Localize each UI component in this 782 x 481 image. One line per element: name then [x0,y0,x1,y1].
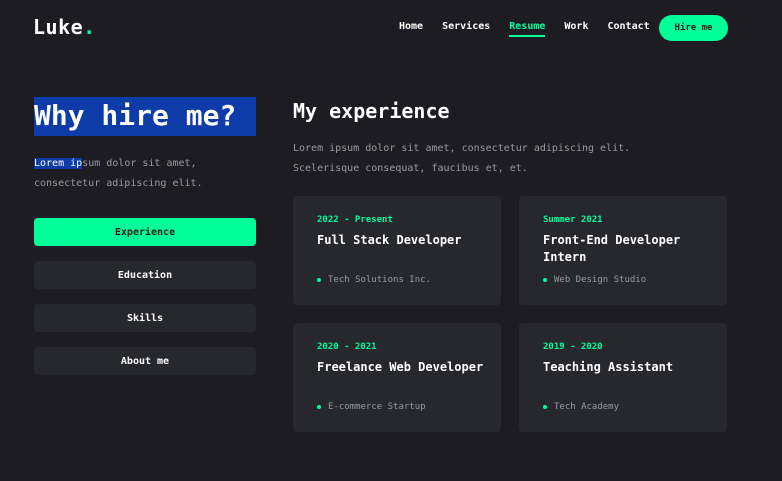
nav-work[interactable]: Work [564,21,588,32]
logo-dot: . [83,15,96,39]
experience-card: 2020 - 2021 Freelance Web Developer E-co… [293,323,501,432]
site-header: Luke. Home Services Resume Work Contact … [0,0,782,60]
resume-tabs: Experience Education Skills About me [34,218,256,375]
card-date: 2020 - 2021 [317,342,377,352]
card-org: E-commerce Startup [317,402,426,412]
logo-text: Luke [33,15,84,39]
selected-text: Lorem ip [34,158,83,169]
card-role: Full Stack Developer [317,233,462,247]
card-date: 2019 - 2020 [543,342,603,352]
bullet-icon [543,405,547,409]
why-hire-title: Why hire me? [34,97,256,136]
card-org-label: Web Design Studio [554,275,647,285]
card-date: Summer 2021 [543,215,603,225]
tab-skills[interactable]: Skills [34,304,256,332]
hire-me-button[interactable]: Hire me [659,15,728,41]
card-org: Web Design Studio [543,275,646,285]
bullet-icon [317,278,321,282]
experience-card: 2022 - Present Full Stack Developer Tech… [293,196,501,305]
card-org-label: Tech Academy [554,402,620,412]
experience-description: Lorem ipsum dolor sit amet, consectetur … [293,143,631,174]
why-hire-description: Lorem ipsum dolor sit amet, consectetur … [34,154,234,194]
tab-about-me[interactable]: About me [34,347,256,375]
logo[interactable]: Luke. [33,15,96,39]
nav-contact[interactable]: Contact [607,21,649,32]
tab-experience[interactable]: Experience [34,218,256,246]
experience-title: My experience [293,99,450,123]
nav-services[interactable]: Services [442,21,490,32]
card-date: 2022 - Present [317,215,393,225]
card-role: Teaching Assistant [543,360,674,374]
card-org: Tech Solutions Inc. [317,275,431,285]
main-nav: Home Services Resume Work Contact [399,21,669,37]
experience-card: 2019 - 2020 Teaching Assistant Tech Acad… [519,323,727,432]
experience-card: Summer 2021 Front-End Developer Intern W… [519,196,727,305]
card-org: Tech Academy [543,402,619,412]
card-role: Front-End Developer Intern [543,233,681,264]
card-org-label: Tech Solutions Inc. [328,275,431,285]
tab-education[interactable]: Education [34,261,256,289]
why-hire-section: Why hire me? Lorem ipsum dolor sit amet,… [34,97,256,375]
nav-home[interactable]: Home [399,21,423,32]
experience-cards: 2022 - Present Full Stack Developer Tech… [293,196,729,432]
experience-section: My experience Lorem ipsum dolor sit amet… [293,97,729,432]
bullet-icon [543,278,547,282]
nav-resume[interactable]: Resume [509,21,546,37]
card-role: Freelance Web Developer [317,360,484,374]
bullet-icon [317,405,321,409]
card-org-label: E-commerce Startup [328,402,426,412]
